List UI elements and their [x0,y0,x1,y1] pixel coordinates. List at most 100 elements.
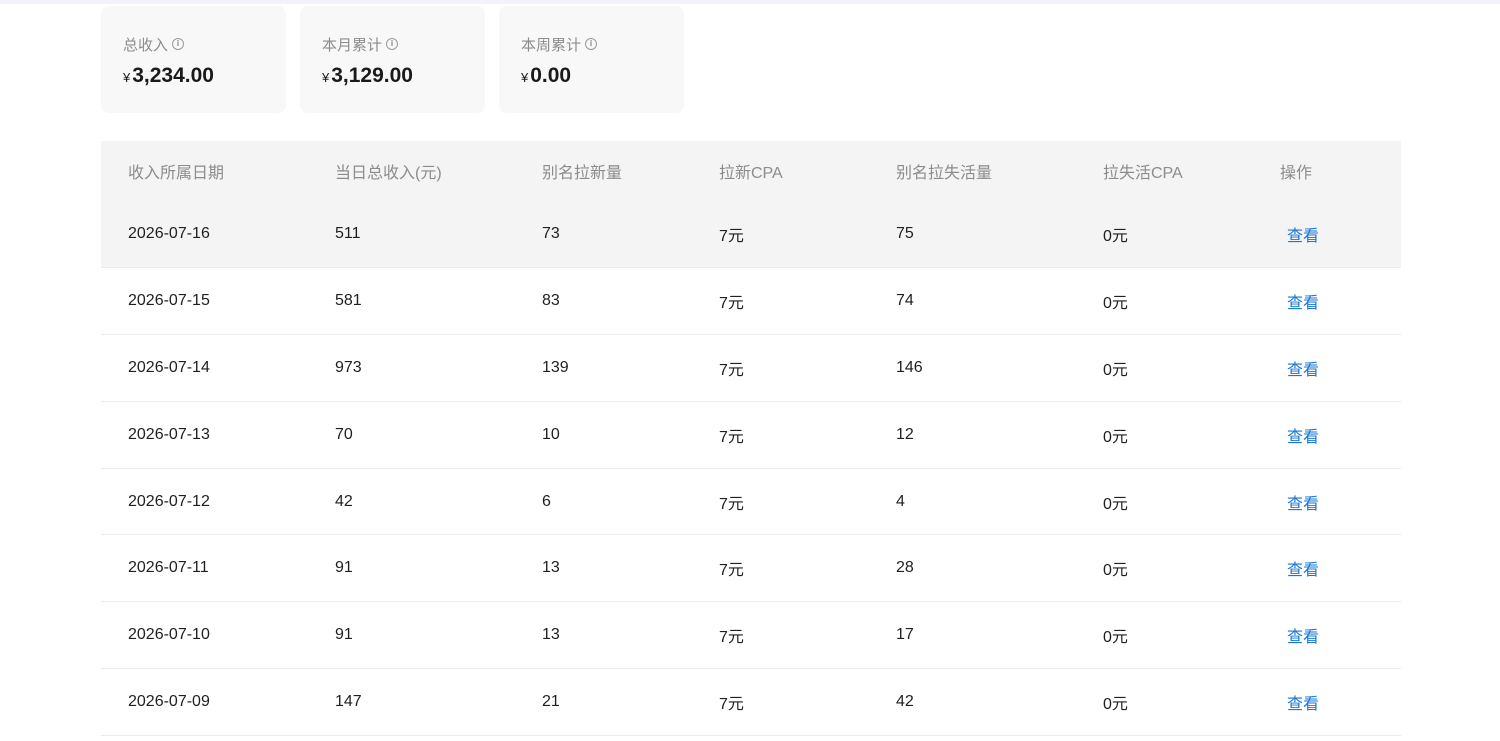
view-link[interactable]: 查看 [1280,629,1319,646]
cell-date: 2026-07-10 [128,626,210,644]
income-table: 收入所属日期 当日总收入(元) 别名拉新量 拉新CPA 别名拉失活量 拉失活CP… [101,141,1401,737]
view-link[interactable]: 查看 [1280,228,1319,245]
cell-lost-count: 28 [896,559,914,577]
cell-income: 91 [335,559,353,577]
stat-card-month-total: 本月累计 i ¥ 3,129.00 [300,6,485,113]
info-icon[interactable]: i [386,38,399,50]
stat-number: 0.00 [530,64,572,87]
cell-lost-cpa: 0元 [1103,629,1128,647]
cell-new-count: 13 [542,559,560,577]
view-link[interactable]: 查看 [1280,696,1319,713]
cell-lost-count: 146 [896,358,923,376]
cell-action: 查看 [1253,690,1401,714]
header-date: 收入所属日期 [128,165,225,182]
table-header: 收入所属日期 当日总收入(元) 别名拉新量 拉新CPA 别名拉失活量 拉失活CP… [101,141,1401,201]
cell-action: 查看 [1253,556,1401,580]
cell-action: 查看 [1253,423,1401,447]
view-link[interactable]: 查看 [1280,295,1319,312]
cell-lost-cpa: 0元 [1103,495,1128,513]
cell-new-count: 139 [542,358,569,376]
stat-label: 总收入 i [123,34,286,54]
cell-lost-cpa: 0元 [1103,361,1128,379]
cell-new-cpa: 7元 [719,227,744,245]
table-row: 2026-07-16 511 73 7元 75 0元 查看 [101,201,1401,268]
cell-new-count: 83 [542,291,560,309]
cell-date: 2026-07-15 [128,291,210,309]
stat-label-text: 本周累计 [521,36,582,54]
cell-lost-cpa: 0元 [1103,696,1128,714]
cell-new-count: 21 [542,693,560,711]
view-link[interactable]: 查看 [1280,429,1319,446]
header-new-cpa: 拉新CPA [719,165,783,182]
stat-card-total-income: 总收入 i ¥ 3,234.00 [101,6,286,113]
stat-card-week-total: 本周累计 i ¥ 0.00 [499,6,684,113]
cell-lost-count: 74 [896,291,914,309]
top-strip [0,0,1500,4]
stat-label-text: 本月累计 [322,36,383,54]
cell-lost-count: 42 [896,693,914,711]
cell-date: 2026-07-09 [128,693,210,711]
cell-date: 2026-07-13 [128,425,210,443]
header-lost-count: 别名拉失活量 [896,165,993,182]
table-row: 2026-07-14 973 139 7元 146 0元 查看 [101,335,1401,402]
cell-action: 查看 [1253,623,1401,647]
table-row: 2026-07-13 70 10 7元 12 0元 查看 [101,402,1401,469]
cell-lost-count: 75 [896,224,914,242]
cell-lost-count: 17 [896,626,914,644]
cell-income: 581 [335,291,362,309]
stats-summary: 总收入 i ¥ 3,234.00 本月累计 i ¥ 3,129.00 本周累计 … [101,6,684,113]
cell-lost-cpa: 0元 [1103,428,1128,446]
stat-value: ¥ 3,129.00 [322,64,485,88]
cell-income: 42 [335,492,353,510]
cell-lost-count: 12 [896,425,914,443]
cell-new-count: 6 [542,492,551,510]
header-new-count: 别名拉新量 [542,165,623,182]
view-link[interactable]: 查看 [1280,562,1319,579]
stat-label: 本月累计 i [322,34,485,54]
stat-label-text: 总收入 [123,36,169,54]
cell-new-cpa: 7元 [719,361,744,379]
cell-lost-count: 4 [896,492,905,510]
info-icon[interactable]: i [585,38,598,50]
cell-income: 147 [335,693,362,711]
cell-action: 查看 [1253,490,1401,514]
cell-income: 511 [335,224,361,242]
currency-symbol: ¥ [322,70,330,85]
currency-symbol: ¥ [123,70,131,85]
cell-lost-cpa: 0元 [1103,562,1128,580]
cell-date: 2026-07-14 [128,358,210,376]
header-lost-cpa: 拉失活CPA [1103,165,1183,182]
table-row: 2026-07-10 91 13 7元 17 0元 查看 [101,602,1401,670]
cell-date: 2026-07-16 [128,224,210,242]
cell-date: 2026-07-12 [128,492,210,510]
cell-new-count: 13 [542,626,560,644]
cell-new-count: 73 [542,224,560,242]
cell-new-cpa: 7元 [719,562,744,580]
stat-value: ¥ 0.00 [521,64,684,88]
cell-new-cpa: 7元 [719,428,744,446]
stat-label: 本周累计 i [521,34,684,54]
header-daily-income: 当日总收入(元) [335,165,442,182]
stat-number: 3,234.00 [132,64,214,87]
cell-new-cpa: 7元 [719,629,744,647]
cell-action: 查看 [1253,222,1401,246]
cell-income: 91 [335,626,353,644]
view-link[interactable]: 查看 [1280,496,1319,513]
cell-action: 查看 [1253,289,1401,313]
cell-income: 973 [335,358,362,376]
cell-new-cpa: 7元 [719,294,744,312]
cell-lost-cpa: 0元 [1103,227,1128,245]
cell-action: 查看 [1253,356,1401,380]
cell-new-cpa: 7元 [719,696,744,714]
table-row: 2026-07-12 42 6 7元 4 0元 查看 [101,469,1401,536]
cell-new-count: 10 [542,425,560,443]
stat-value: ¥ 3,234.00 [123,64,286,88]
info-icon[interactable]: i [172,38,185,50]
header-action: 操作 [1280,165,1313,182]
currency-symbol: ¥ [521,70,529,85]
cell-date: 2026-07-11 [128,559,209,577]
cell-new-cpa: 7元 [719,495,744,513]
cell-lost-cpa: 0元 [1103,294,1128,312]
view-link[interactable]: 查看 [1280,362,1319,379]
stat-number: 3,129.00 [331,64,413,87]
